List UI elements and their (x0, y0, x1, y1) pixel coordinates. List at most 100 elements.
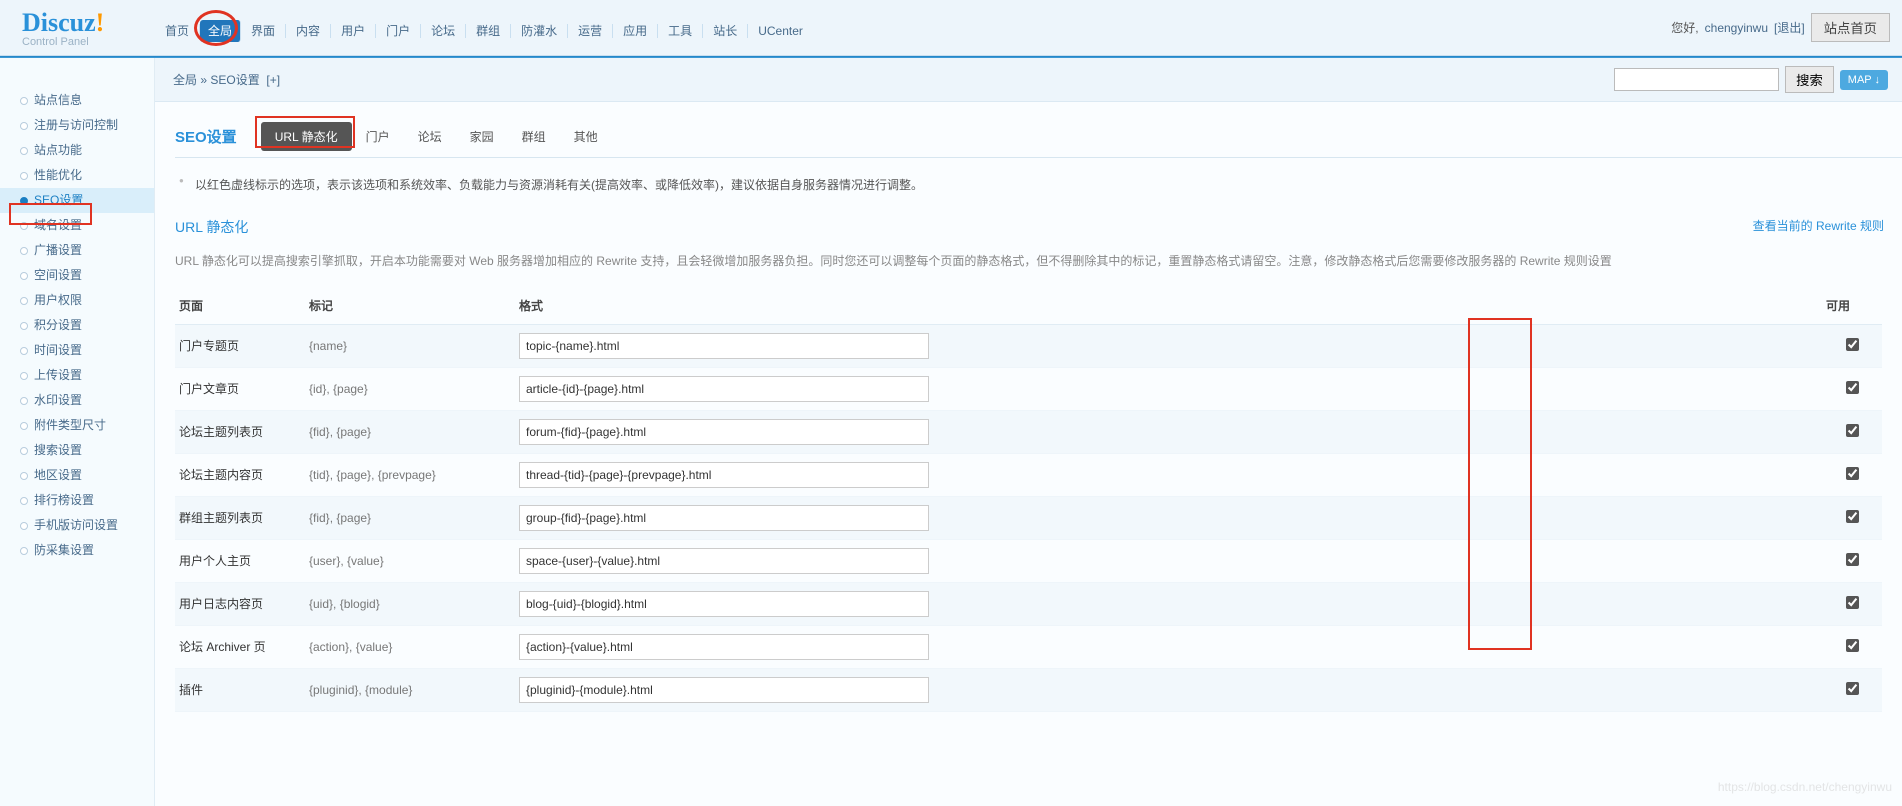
rewrite-rules-link[interactable]: 查看当前的 Rewrite 规则 (1753, 217, 1884, 237)
table-row: 门户文章页{id}, {page} (175, 367, 1882, 410)
sidebar-item[interactable]: 地区设置 (0, 463, 154, 488)
sidebar-item[interactable]: 性能优化 (0, 163, 154, 188)
available-checkbox[interactable] (1846, 381, 1859, 394)
topnav-item[interactable]: 用户 (331, 24, 376, 38)
topnav-item[interactable]: 防灌水 (511, 24, 568, 38)
cell-page: 群组主题列表页 (175, 496, 305, 539)
format-input[interactable] (519, 548, 929, 574)
logout-link[interactable]: [退出] (1774, 19, 1805, 36)
available-checkbox[interactable] (1846, 510, 1859, 523)
sub-tabs: SEO设置 URL 静态化门户论坛家园群组其他 (175, 122, 1902, 158)
available-checkbox[interactable] (1846, 596, 1859, 609)
cell-tag: {name} (305, 324, 515, 367)
sidebar: 站点信息注册与访问控制站点功能性能优化SEO设置域名设置广播设置空间设置用户权限… (0, 58, 155, 806)
sidebar-item[interactable]: 空间设置 (0, 263, 154, 288)
available-checkbox[interactable] (1846, 639, 1859, 652)
cell-tag: {fid}, {page} (305, 496, 515, 539)
th-tag: 标记 (305, 287, 515, 325)
sidebar-item[interactable]: 积分设置 (0, 313, 154, 338)
cell-tag: {tid}, {page}, {prevpage} (305, 453, 515, 496)
table-row: 用户个人主页{user}, {value} (175, 539, 1882, 582)
available-checkbox[interactable] (1846, 424, 1859, 437)
table-row: 门户专题页{name} (175, 324, 1882, 367)
topnav-item[interactable]: 运营 (568, 24, 613, 38)
available-checkbox[interactable] (1846, 682, 1859, 695)
available-checkbox[interactable] (1846, 553, 1859, 566)
available-checkbox[interactable] (1846, 338, 1859, 351)
sidebar-item[interactable]: 站点功能 (0, 138, 154, 163)
format-input[interactable] (519, 333, 929, 359)
topnav-item[interactable]: 全局 (200, 20, 241, 42)
sub-tab[interactable]: 家园 (456, 122, 508, 151)
sidebar-item[interactable]: 广播设置 (0, 238, 154, 263)
site-home-button[interactable]: 站点首页 (1811, 13, 1890, 42)
topnav-item[interactable]: 站长 (703, 24, 748, 38)
search-input[interactable] (1614, 68, 1779, 91)
sidebar-item[interactable]: 用户权限 (0, 288, 154, 313)
annotation-circle (194, 10, 238, 46)
sidebar-item[interactable]: 排行榜设置 (0, 488, 154, 513)
logo-sub: Control Panel (22, 36, 155, 48)
sub-tab[interactable]: 门户 (352, 122, 404, 151)
sub-tab[interactable]: URL 静态化 (261, 122, 352, 151)
sidebar-item[interactable]: 域名设置 (0, 213, 154, 238)
format-input[interactable] (519, 591, 929, 617)
breadcrumb-plus[interactable]: [+] (266, 73, 280, 87)
sidebar-item[interactable]: 防采集设置 (0, 538, 154, 563)
sidebar-item[interactable]: 上传设置 (0, 363, 154, 388)
search-group: 搜索 MAP ↓ (1614, 66, 1888, 93)
table-row: 群组主题列表页{fid}, {page} (175, 496, 1882, 539)
sidebar-item[interactable]: 站点信息 (0, 88, 154, 113)
cell-page: 插件 (175, 668, 305, 711)
cell-tag: {action}, {value} (305, 625, 515, 668)
sidebar-item[interactable]: 搜索设置 (0, 438, 154, 463)
sub-tab[interactable]: 其他 (560, 122, 612, 151)
top-nav: 首页全局界面内容用户门户论坛群组防灌水运营应用工具站长UCenter (155, 0, 1671, 55)
format-input[interactable] (519, 677, 929, 703)
cell-page: 论坛主题列表页 (175, 410, 305, 453)
username-link[interactable]: chengyinwu (1705, 21, 1768, 35)
topnav-item[interactable]: 界面 (241, 24, 286, 38)
sub-tab[interactable]: 群组 (508, 122, 560, 151)
available-checkbox[interactable] (1846, 467, 1859, 480)
map-button[interactable]: MAP ↓ (1840, 70, 1888, 90)
cell-page: 用户个人主页 (175, 539, 305, 582)
sidebar-item[interactable]: 时间设置 (0, 338, 154, 363)
table-row: 论坛 Archiver 页{action}, {value} (175, 625, 1882, 668)
cell-tag: {user}, {value} (305, 539, 515, 582)
format-input[interactable] (519, 376, 929, 402)
table-row: 论坛主题内容页{tid}, {page}, {prevpage} (175, 453, 1882, 496)
note-text: 以红色虚线标示的选项，表示该选项和系统效率、负载能力与资源消耗有关(提高效率、或… (155, 158, 1902, 203)
cell-page: 论坛主题内容页 (175, 453, 305, 496)
sidebar-item[interactable]: 附件类型尺寸 (0, 413, 154, 438)
topnav-item[interactable]: 工具 (658, 24, 703, 38)
content: 全局 » SEO设置 [+] 搜索 MAP ↓ SEO设置 URL 静态化门户论… (155, 58, 1902, 806)
url-table: 页面 标记 格式 可用 门户专题页{name}门户文章页{id}, {page}… (175, 287, 1882, 712)
sidebar-item[interactable]: 注册与访问控制 (0, 113, 154, 138)
topnav-item[interactable]: 门户 (376, 24, 421, 38)
header-right: 您好, chengyinwu [退出] 站点首页 (1671, 0, 1902, 55)
sidebar-item[interactable]: SEO设置 (0, 188, 154, 213)
format-input[interactable] (519, 419, 929, 445)
cell-tag: {uid}, {blogid} (305, 582, 515, 625)
cell-page: 论坛 Archiver 页 (175, 625, 305, 668)
topnav-item[interactable]: 论坛 (421, 24, 466, 38)
format-input[interactable] (519, 634, 929, 660)
topnav-item[interactable]: 应用 (613, 24, 658, 38)
sidebar-item[interactable]: 水印设置 (0, 388, 154, 413)
sub-tab[interactable]: 论坛 (404, 122, 456, 151)
topnav-item[interactable]: 内容 (286, 24, 331, 38)
topnav-item[interactable]: UCenter (748, 24, 813, 38)
format-input[interactable] (519, 462, 929, 488)
table-row: 插件{pluginid}, {module} (175, 668, 1882, 711)
format-input[interactable] (519, 505, 929, 531)
topnav-item[interactable]: 首页 (155, 24, 200, 38)
section-desc: URL 静态化可以提高搜索引擎抓取，开启本功能需要对 Web 服务器增加相应的 … (155, 243, 1902, 287)
topnav-item[interactable]: 群组 (466, 24, 511, 38)
greeting: 您好, (1671, 19, 1698, 36)
cell-tag: {fid}, {page} (305, 410, 515, 453)
th-page: 页面 (175, 287, 305, 325)
search-button[interactable]: 搜索 (1785, 66, 1834, 93)
logo: Discuz! Control Panel (0, 0, 155, 55)
sidebar-item[interactable]: 手机版访问设置 (0, 513, 154, 538)
